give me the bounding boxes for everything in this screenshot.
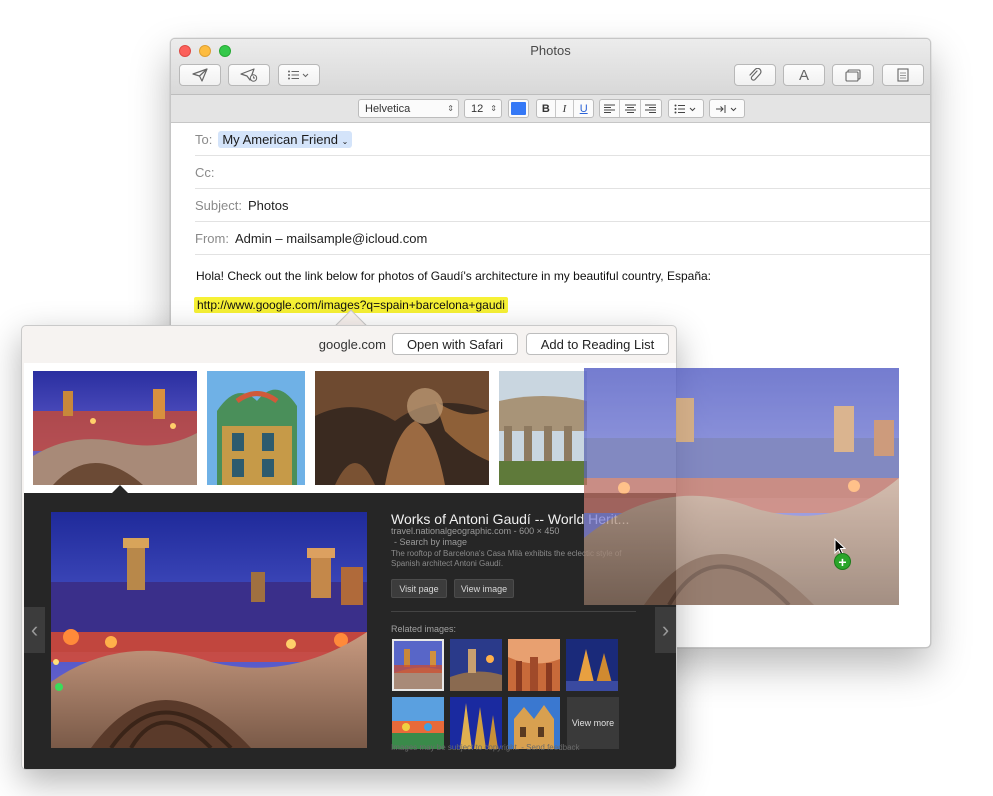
main-image[interactable] [51, 512, 367, 748]
stationery-icon [897, 68, 909, 82]
copyright-notice: Images may be subject to copyright. - Se… [391, 743, 580, 752]
font-name: Helvetica [365, 102, 411, 115]
to-field-row[interactable]: To: My American Friend ⌄ [195, 123, 930, 156]
view-more-button[interactable]: View more [567, 697, 619, 749]
from-value: Admin – mailsample@icloud.com [234, 230, 428, 246]
photo-browser-button[interactable] [832, 64, 874, 86]
indent-icon [716, 104, 737, 113]
link-preview-popover: google.com Open with Safari Add to Readi… [21, 325, 677, 770]
selection-notch [112, 485, 128, 493]
search-by-image-link[interactable]: - Search by image [394, 537, 467, 547]
bold-button[interactable]: B [537, 100, 556, 117]
updown-icon: ⇕ [447, 104, 454, 113]
paper-plane-icon [192, 68, 208, 82]
paper-plane-clock-icon [240, 68, 258, 82]
list-style-popup[interactable] [668, 99, 704, 118]
underline-button[interactable]: U [574, 100, 593, 117]
chevron-right-icon: › [661, 617, 670, 642]
dragged-image-preview [584, 368, 899, 605]
divider [391, 611, 636, 612]
previous-image-button[interactable]: ‹ [24, 607, 45, 653]
title-bar: Photos A [171, 39, 930, 95]
stationery-button[interactable] [882, 64, 924, 86]
style-segmented-control: B I U [536, 99, 594, 118]
font-select[interactable]: Helvetica ⇕ [358, 99, 459, 118]
recipient-name: My American Friend [222, 131, 338, 147]
image-results-strip [24, 363, 676, 493]
result-thumbnail[interactable] [33, 371, 197, 485]
chevron-left-icon: ‹ [30, 617, 39, 642]
related-images-label: Related images: [391, 624, 457, 634]
header-fields-button[interactable] [278, 64, 320, 86]
view-image-button[interactable]: View image [454, 579, 514, 598]
related-image-thumbnail[interactable] [392, 697, 444, 749]
updown-icon: ⇕ [490, 104, 497, 113]
font-size-value: 12 [471, 102, 484, 115]
result-thumbnail[interactable] [499, 371, 587, 485]
from-field-row[interactable]: From: Admin – mailsample@icloud.com [195, 222, 930, 255]
related-image-thumbnail[interactable] [508, 697, 560, 749]
format-button[interactable]: A [783, 64, 825, 86]
from-label: From: [195, 230, 229, 246]
related-image-thumbnail[interactable] [392, 639, 444, 691]
related-image-thumbnail[interactable] [450, 697, 502, 749]
open-with-safari-button[interactable]: Open with Safari [392, 333, 518, 355]
indent-popup[interactable] [709, 99, 745, 118]
next-image-button[interactable]: › [655, 607, 676, 653]
format-bar: Helvetica ⇕ 12 ⇕ B I U [171, 95, 930, 123]
cc-field-row[interactable]: Cc: [195, 156, 930, 189]
attach-button[interactable] [734, 64, 776, 86]
align-left-button[interactable] [600, 100, 621, 117]
message-body-text[interactable]: Hola! Check out the link below for photo… [196, 269, 711, 283]
align-right-button[interactable] [641, 100, 661, 117]
subject-field-row[interactable]: Subject: Photos [195, 189, 930, 222]
list-icon [288, 70, 309, 80]
text-color-well[interactable] [508, 99, 529, 118]
font-size-select[interactable]: 12 ⇕ [464, 99, 502, 118]
related-image-thumbnail[interactable] [566, 639, 618, 691]
related-image-thumbnail[interactable] [450, 639, 502, 691]
send-button[interactable] [179, 64, 221, 86]
align-center-button[interactable] [620, 100, 641, 117]
to-label: To: [195, 131, 213, 147]
align-right-icon [645, 104, 657, 113]
preview-domain: google.com [318, 337, 386, 352]
drag-copy-plus-icon: + [834, 553, 851, 570]
cc-label: Cc: [195, 164, 215, 180]
reply-button[interactable] [228, 64, 270, 86]
subject-label: Subject: [195, 197, 242, 213]
window-title: Photos [530, 43, 571, 58]
image-source: travel.nationalgeographic.com - 600 × 45… [391, 526, 560, 536]
chevron-down-icon: ⌄ [341, 136, 349, 146]
result-thumbnail[interactable] [315, 371, 489, 485]
alignment-segmented-control [599, 99, 662, 118]
align-left-icon [604, 104, 616, 113]
recipient-token[interactable]: My American Friend ⌄ [218, 130, 353, 148]
italic-button[interactable]: I [556, 100, 575, 117]
result-thumbnail[interactable] [207, 371, 305, 485]
add-to-reading-list-button[interactable]: Add to Reading List [526, 333, 669, 355]
color-swatch [511, 102, 526, 115]
photos-icon [845, 68, 861, 82]
align-center-icon [624, 104, 636, 113]
paperclip-icon [749, 68, 762, 81]
related-image-thumbnail[interactable] [508, 639, 560, 691]
visit-page-button[interactable]: Visit page [391, 579, 447, 598]
bullet-list-icon [674, 104, 696, 113]
subject-value: Photos [247, 197, 289, 213]
image-detail-panel: ‹ Works of Antoni Gaudí -- World Herit..… [24, 485, 676, 769]
